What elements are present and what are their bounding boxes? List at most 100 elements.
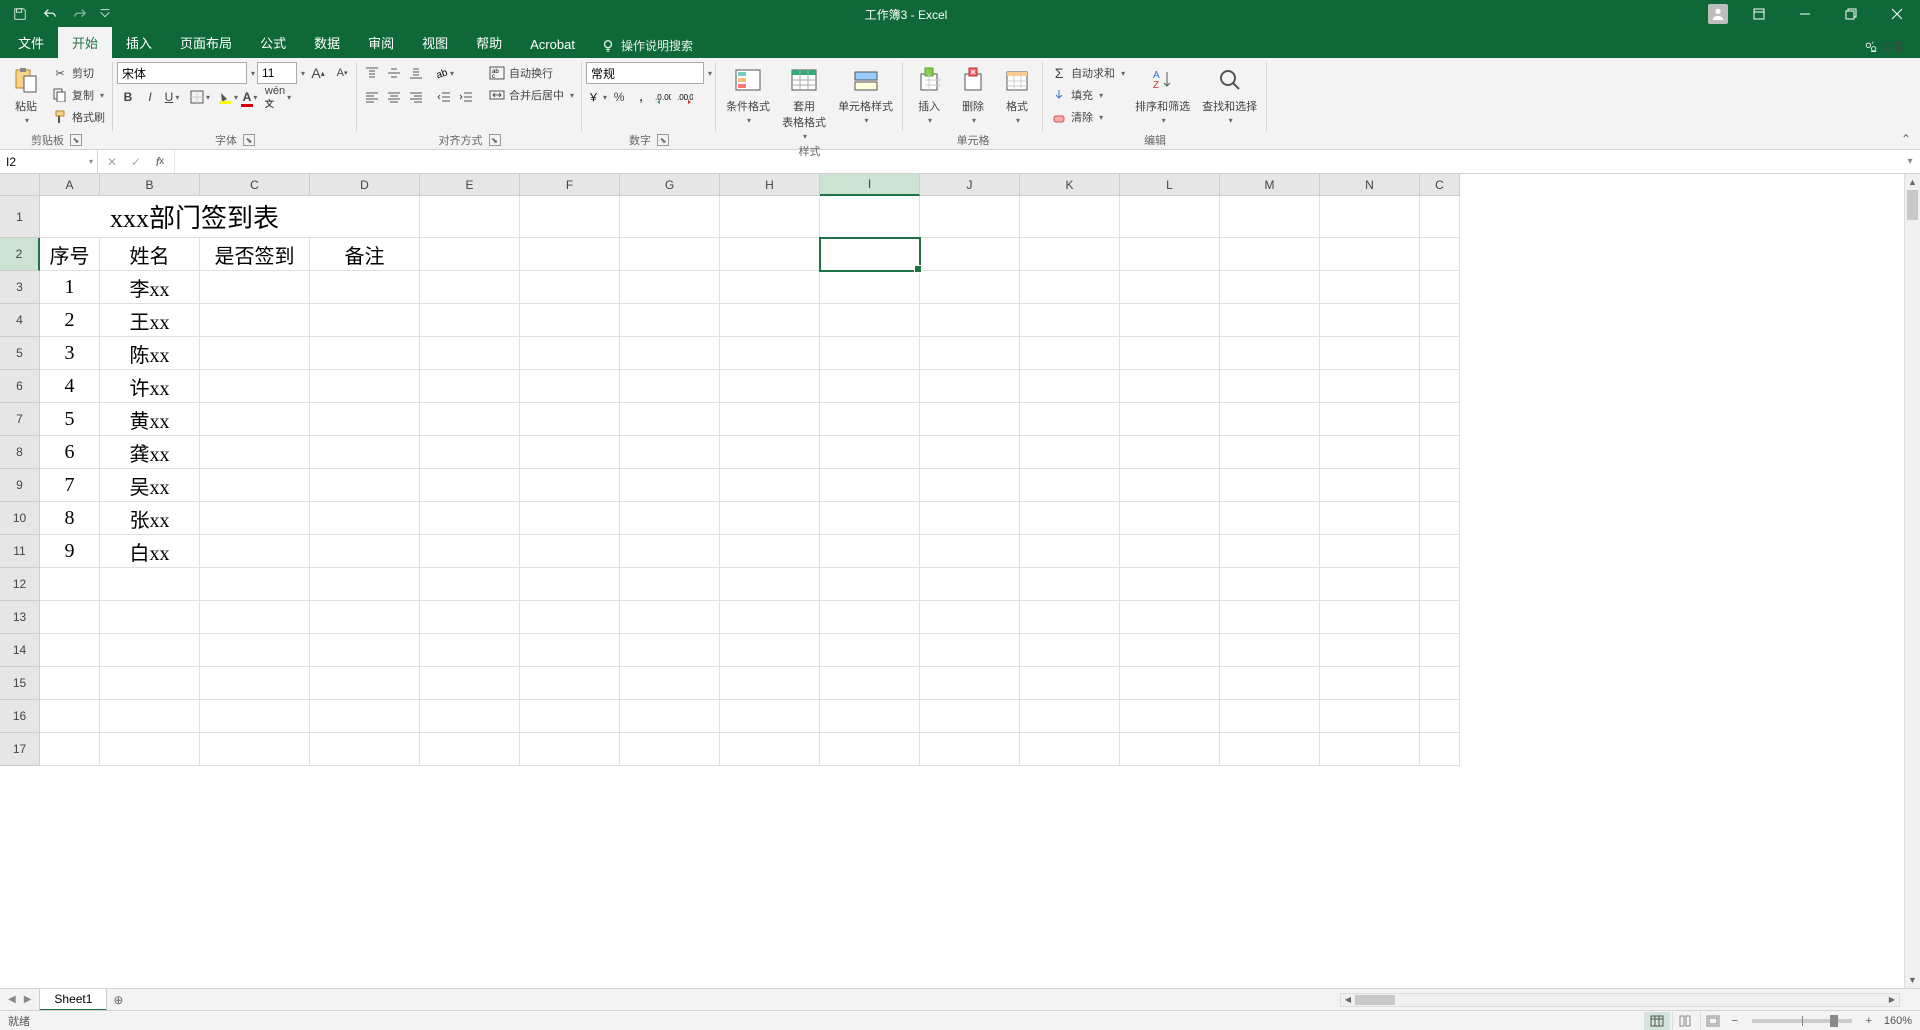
cell[interactable] xyxy=(620,337,720,370)
cell-styles-button[interactable]: 单元格样式▾ xyxy=(832,62,899,127)
cell[interactable] xyxy=(620,403,720,436)
scroll-left-icon[interactable]: ◀ xyxy=(1341,994,1355,1006)
cell[interactable] xyxy=(1020,403,1120,436)
sheet-nav-next-icon[interactable]: ▶ xyxy=(22,992,34,1007)
cell[interactable]: 姓名 xyxy=(100,238,200,271)
row-header[interactable]: 4 xyxy=(0,304,40,337)
cell[interactable]: 8 xyxy=(40,502,100,535)
cell[interactable] xyxy=(720,601,820,634)
cell[interactable]: 5 xyxy=(40,403,100,436)
spreadsheet-grid[interactable]: ABCDEFGHIJKLMNC1xxx部门签到表2序号姓名是否签到备注31李xx… xyxy=(0,174,1920,988)
cell[interactable] xyxy=(520,196,620,238)
cell[interactable] xyxy=(1020,238,1120,271)
wrap-text-button[interactable]: abc自动换行 xyxy=(485,62,578,84)
cell[interactable] xyxy=(1020,601,1120,634)
row-header[interactable]: 16 xyxy=(0,700,40,733)
cell[interactable]: 9 xyxy=(40,535,100,568)
decrease-decimal-button[interactable]: .00.0 xyxy=(674,86,696,108)
sort-filter-button[interactable]: AZ排序和筛选▾ xyxy=(1129,62,1196,127)
undo-icon[interactable] xyxy=(38,2,62,26)
row-header[interactable]: 3 xyxy=(0,271,40,304)
cell[interactable] xyxy=(420,436,520,469)
autosum-button[interactable]: Σ自动求和▾ xyxy=(1047,62,1129,84)
cell[interactable] xyxy=(1220,337,1320,370)
cell[interactable] xyxy=(820,601,920,634)
cell[interactable] xyxy=(1120,535,1220,568)
cell[interactable] xyxy=(520,370,620,403)
cell[interactable] xyxy=(1320,304,1420,337)
cell[interactable] xyxy=(1220,733,1320,766)
column-header[interactable]: J xyxy=(920,174,1020,196)
conditional-format-button[interactable]: 条件格式▾ xyxy=(720,62,776,127)
normal-view-icon[interactable] xyxy=(1644,1012,1670,1030)
column-header[interactable]: E xyxy=(420,174,520,196)
cell[interactable] xyxy=(820,337,920,370)
cell[interactable]: 龚xx xyxy=(100,436,200,469)
cell[interactable]: xxx部门签到表 xyxy=(40,196,420,238)
cell[interactable] xyxy=(200,601,310,634)
cell[interactable] xyxy=(310,403,420,436)
cell[interactable] xyxy=(40,733,100,766)
cell[interactable] xyxy=(520,337,620,370)
cell[interactable] xyxy=(1320,502,1420,535)
cell[interactable] xyxy=(820,568,920,601)
cell[interactable] xyxy=(1120,238,1220,271)
italic-button[interactable]: I xyxy=(139,86,161,108)
cell[interactable] xyxy=(720,535,820,568)
cell[interactable] xyxy=(40,667,100,700)
cell[interactable] xyxy=(1120,304,1220,337)
cell[interactable] xyxy=(720,733,820,766)
cell[interactable] xyxy=(920,337,1020,370)
ribbon-display-options-icon[interactable] xyxy=(1736,0,1782,28)
cell[interactable] xyxy=(520,601,620,634)
cell[interactable] xyxy=(1220,238,1320,271)
cell[interactable] xyxy=(920,370,1020,403)
row-header[interactable]: 17 xyxy=(0,733,40,766)
cell[interactable] xyxy=(40,634,100,667)
cell[interactable] xyxy=(1420,370,1460,403)
cell[interactable] xyxy=(1420,535,1460,568)
cell[interactable] xyxy=(620,700,720,733)
font-launcher[interactable]: ⬊ xyxy=(243,134,255,146)
cell[interactable] xyxy=(920,238,1020,271)
zoom-slider[interactable] xyxy=(1752,1019,1852,1023)
tab-home[interactable]: 开始 xyxy=(58,27,112,58)
row-header[interactable]: 2 xyxy=(0,238,40,271)
cell[interactable] xyxy=(520,568,620,601)
zoom-knob[interactable] xyxy=(1830,1015,1838,1027)
font-size-input[interactable] xyxy=(257,62,297,84)
sheet-nav-prev-icon[interactable]: ◀ xyxy=(6,992,18,1007)
cell[interactable] xyxy=(310,568,420,601)
cell[interactable] xyxy=(620,667,720,700)
cell[interactable] xyxy=(1420,502,1460,535)
cell[interactable] xyxy=(1220,469,1320,502)
decrease-indent-button[interactable] xyxy=(433,86,455,108)
cell[interactable] xyxy=(920,469,1020,502)
cell[interactable] xyxy=(1320,196,1420,238)
cell[interactable]: 陈xx xyxy=(100,337,200,370)
cell[interactable] xyxy=(310,271,420,304)
cell[interactable] xyxy=(820,733,920,766)
cell[interactable] xyxy=(200,403,310,436)
cell[interactable] xyxy=(720,238,820,271)
scroll-up-icon[interactable]: ▲ xyxy=(1905,174,1920,190)
fx-icon[interactable]: fx xyxy=(150,152,170,172)
delete-cells-button[interactable]: 删除▾ xyxy=(951,62,995,127)
cell[interactable] xyxy=(1220,535,1320,568)
bold-button[interactable]: B xyxy=(117,86,139,108)
cell[interactable] xyxy=(520,304,620,337)
cell[interactable] xyxy=(1420,196,1460,238)
cell[interactable] xyxy=(920,667,1020,700)
font-name-input[interactable] xyxy=(117,62,247,84)
border-button[interactable]: ▾ xyxy=(189,86,211,108)
close-icon[interactable] xyxy=(1874,0,1920,28)
cell[interactable] xyxy=(1320,469,1420,502)
column-header[interactable]: C xyxy=(200,174,310,196)
tab-view[interactable]: 视图 xyxy=(408,27,462,58)
column-header[interactable]: C xyxy=(1420,174,1460,196)
cell[interactable] xyxy=(1320,337,1420,370)
fill-button[interactable]: 填充▾ xyxy=(1047,84,1129,106)
cell[interactable]: 吴xx xyxy=(100,469,200,502)
row-header[interactable]: 6 xyxy=(0,370,40,403)
cell[interactable] xyxy=(720,667,820,700)
